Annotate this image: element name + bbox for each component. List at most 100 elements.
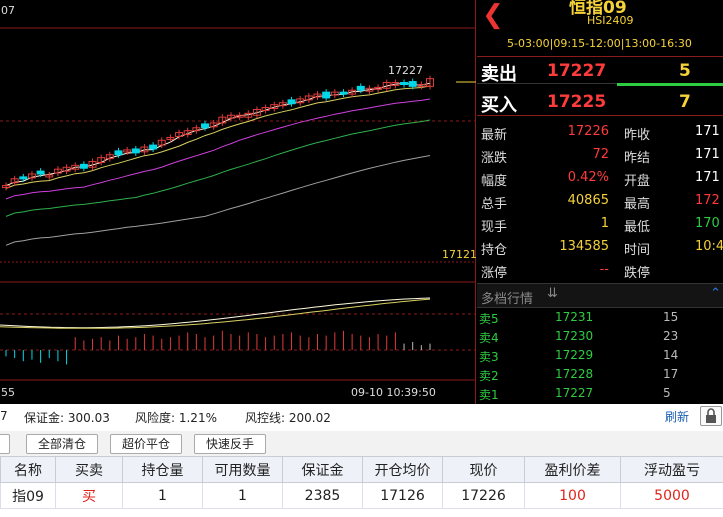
depth-row[interactable]: 卖2 17228 17 <box>477 365 723 384</box>
stat-label-2: 开盘 <box>624 174 651 189</box>
column-header[interactable]: 持仓量 <box>122 456 203 483</box>
stat-value: 17226 <box>567 124 609 139</box>
stat-row: 最新 17226 昨收 171 <box>477 121 723 144</box>
buy-price: 17225 <box>547 92 607 112</box>
depth-label: 卖2 <box>479 369 499 383</box>
margin-label: 保证金: 300.03 <box>24 411 110 425</box>
depth-price: 17229 <box>555 348 594 362</box>
stat-value: 1 <box>600 216 609 231</box>
chevron-left-icon: ❮ <box>482 0 504 30</box>
candle-body <box>339 91 348 95</box>
buy-volume: 7 <box>679 92 691 112</box>
column-header[interactable]: 盈利价差 <box>524 456 621 483</box>
depth-row[interactable]: 卖5 17231 15 <box>477 308 723 327</box>
oscillator-line <box>0 297 431 329</box>
chevron-up-icon[interactable]: ⌃ <box>710 286 721 301</box>
stat-value-2: 171 <box>695 147 720 162</box>
stat-label: 最新 <box>481 128 508 143</box>
quick-reverse-button[interactable]: 快速反手 <box>194 434 266 454</box>
table-cell: 2385 <box>282 482 363 509</box>
risk-bar: 7 保证金: 300.03 风险度: 1.21% 风控线: 200.02 刷新 <box>0 404 723 428</box>
stat-label: 持仓 <box>481 243 508 258</box>
chart-x-time-label: 09-10 10:39:50 <box>351 386 436 399</box>
depth-label: 卖4 <box>479 331 499 345</box>
close-all-button[interactable]: 全部清仓 <box>26 434 98 454</box>
candle-body <box>149 144 158 150</box>
refresh-button[interactable]: 刷新 <box>665 408 689 425</box>
column-header[interactable]: 开仓均价 <box>362 456 443 483</box>
candle-body <box>408 81 417 87</box>
kline-canvas[interactable] <box>0 0 476 404</box>
table-cell: 17126 <box>362 482 443 509</box>
partial-button[interactable] <box>0 434 10 454</box>
buy-label: 买入 <box>481 95 517 116</box>
positions-header-row: 名称 买卖 持仓量 可用数量 保证金 开仓均价 现价 盈利价差 浮动盈亏 <box>0 456 723 483</box>
stat-label-2: 最高 <box>624 197 651 212</box>
depth-volume: 17 <box>663 367 679 381</box>
depth-volume: 5 <box>663 386 671 400</box>
depth-price: 17231 <box>555 310 594 324</box>
stat-row: 涨跌 72 昨结 171 <box>477 144 723 167</box>
stat-row: 总手 40865 最高 172 <box>477 190 723 213</box>
column-header[interactable]: 名称 <box>0 456 56 483</box>
depth-label: 卖1 <box>479 388 499 402</box>
stat-value-2: 171 <box>695 170 720 185</box>
stat-value-2: 171 <box>695 124 720 139</box>
stat-row: 幅度 0.42% 开盘 171 <box>477 167 723 190</box>
stat-value-2: 170 <box>695 216 720 231</box>
table-cell: 指09 <box>0 482 56 509</box>
table-cell: 100 <box>524 482 621 509</box>
risk-degree-label: 风险度: 1.21% <box>135 411 217 425</box>
moving-average-line <box>5 85 431 189</box>
back-button[interactable]: ❮ <box>480 1 506 31</box>
column-header[interactable]: 保证金 <box>282 456 363 483</box>
column-header[interactable]: 现价 <box>442 456 525 483</box>
quote-panel: ❮ 恒指09 HSI2409 5-03:00|09:15-12:00|13:00… <box>477 0 723 404</box>
depth-row[interactable]: 卖3 17229 14 <box>477 346 723 365</box>
column-header[interactable]: 可用数量 <box>202 456 283 483</box>
stat-value: -- <box>599 262 609 277</box>
chart-right-price-label: 17121 <box>442 248 477 261</box>
double-chevron-down-icon[interactable]: ⇊ <box>547 286 558 301</box>
contract-code: HSI2409 <box>587 14 634 27</box>
kline-chart[interactable]: 07 17227 17121 55 09-10 10:39:50 <box>0 0 477 404</box>
table-row[interactable]: 指09 买 1 1 2385 17126 17226 100 5000 <box>0 482 723 509</box>
stat-row: 持仓 134585 时间 10:40: <box>477 236 723 259</box>
oscillator-line <box>0 298 431 329</box>
stat-label: 现手 <box>481 220 508 235</box>
trade-hours: 5-03:00|09:15-12:00|13:00-16:30 <box>507 37 692 50</box>
trade-panel: 7 保证金: 300.03 风险度: 1.21% 风控线: 200.02 刷新 … <box>0 404 723 517</box>
control-line-label: 风控线: 200.02 <box>245 411 331 425</box>
stat-row: 现手 1 最低 170 <box>477 213 723 236</box>
stat-label: 涨跌 <box>481 151 508 166</box>
depth-price: 17227 <box>555 386 594 400</box>
depth-price: 17228 <box>555 367 594 381</box>
lock-icon[interactable] <box>700 406 722 426</box>
depth-volume: 23 <box>663 329 679 343</box>
buy-row[interactable]: 买入 17225 7 <box>477 88 723 116</box>
column-header[interactable]: 浮动盈亏 <box>620 456 723 483</box>
candle-body <box>36 170 45 175</box>
candle-body <box>287 99 296 105</box>
depth-row[interactable]: 卖4 17230 23 <box>477 327 723 346</box>
table-cell: 1 <box>122 482 203 509</box>
candle-body <box>19 176 28 180</box>
market-close-button[interactable]: 超价平仓 <box>110 434 182 454</box>
stat-value: 40865 <box>567 193 609 208</box>
stat-value-2: 172 <box>695 193 720 208</box>
stat-value: 0.42% <box>567 170 609 185</box>
depth-header[interactable]: 多档行情 ⇊ ⌃ <box>477 283 723 308</box>
table-cell: 1 <box>202 482 283 509</box>
chart-top-left-label: 07 <box>1 4 15 17</box>
depth-price: 17230 <box>555 329 594 343</box>
depth-volume: 15 <box>663 310 679 324</box>
sell-row[interactable]: 卖出 17227 5 <box>477 56 723 86</box>
depth-row[interactable]: 卖1 17227 5 <box>477 384 723 403</box>
sell-price: 17227 <box>547 61 607 81</box>
table-cell: 买 <box>55 482 123 509</box>
column-header[interactable]: 买卖 <box>55 456 123 483</box>
stat-value: 134585 <box>559 239 609 254</box>
sell-volume-bar <box>617 83 723 86</box>
depth-volume: 14 <box>663 348 679 362</box>
candle-body <box>322 91 331 99</box>
